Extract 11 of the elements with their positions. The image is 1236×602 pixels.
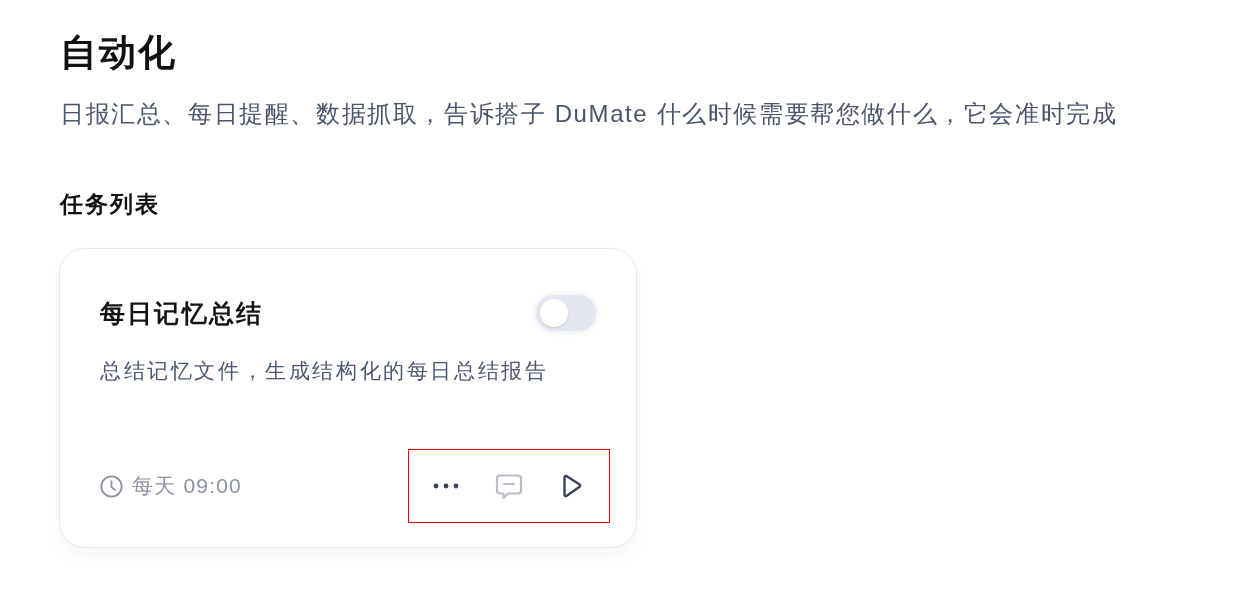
task-description: 总结记忆文件，生成结构化的每日总结报告 [100, 358, 550, 384]
more-icon [433, 483, 459, 489]
speech-bubble-icon [495, 472, 523, 500]
section-title: 任务列表 [60, 190, 161, 219]
page-subtitle: 日报汇总、每日提醒、数据抓取，告诉搭子 DuMate 什么时候需要帮您做什么，它会准时完成 [60, 99, 1119, 129]
page-title: 自动化 [60, 31, 178, 75]
task-title: 每日记忆总结 [100, 298, 264, 329]
play-icon [562, 474, 582, 498]
toggle-switch[interactable] [536, 295, 596, 331]
clock-icon [100, 474, 123, 498]
schedule-text: 每天 09:00 [132, 473, 242, 499]
